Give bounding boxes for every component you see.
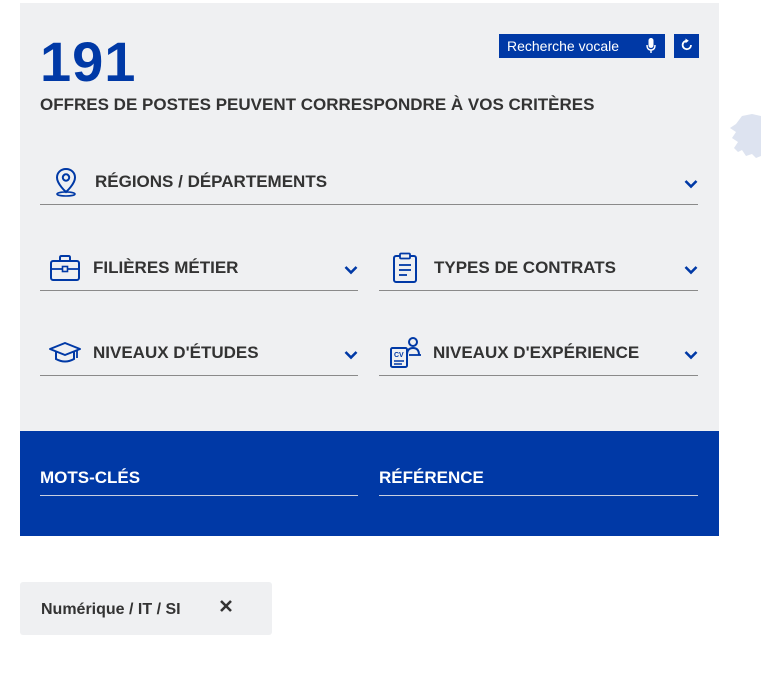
- close-icon[interactable]: [218, 598, 234, 614]
- france-map-decoration: [728, 110, 761, 165]
- filter-experience-label: NIVEAUX D'EXPÉRIENCE: [433, 343, 640, 362]
- filter-etudes-label: NIVEAUX D'ÉTUDES: [93, 343, 259, 362]
- filter-filieres[interactable]: FILIÈRES MÉTIER: [40, 246, 358, 291]
- voice-search-label: Recherche vocale: [507, 38, 620, 54]
- filter-regions[interactable]: RÉGIONS / DÉPARTEMENTS: [40, 160, 698, 205]
- filter-contrats-label: TYPES DE CONTRATS: [434, 258, 616, 277]
- filter-experience[interactable]: CV NIVEAUX D'EXPÉRIENCE: [379, 331, 698, 376]
- keywords-field[interactable]: MOTS-CLÉS: [40, 468, 358, 496]
- briefcase-icon: [49, 254, 93, 282]
- microphone-icon: [646, 38, 656, 57]
- filter-contrats[interactable]: TYPES DE CONTRATS: [379, 246, 698, 291]
- chevron-down-icon: [684, 262, 698, 280]
- keywords-label: MOTS-CLÉS: [40, 468, 141, 487]
- filter-etudes[interactable]: NIVEAUX D'ÉTUDES: [40, 331, 358, 376]
- active-filter-tag: Numérique / IT / SI: [20, 582, 272, 635]
- reference-label: RÉFÉRENCE: [379, 468, 484, 487]
- chevron-down-icon: [344, 347, 358, 365]
- graduation-cap-icon: [48, 340, 93, 366]
- reset-button[interactable]: [674, 34, 699, 58]
- results-count: 191: [40, 30, 137, 93]
- cv-person-icon: CV: [389, 336, 433, 370]
- chevron-down-icon: [344, 262, 358, 280]
- clipboard-icon: [392, 252, 434, 284]
- filter-filieres-label: FILIÈRES MÉTIER: [93, 258, 239, 277]
- results-subtitle: OFFRES DE POSTES PEUVENT CORRESPONDRE À …: [40, 95, 595, 114]
- location-pin-icon: [52, 167, 95, 197]
- voice-search-button[interactable]: Recherche vocale: [499, 34, 665, 58]
- filter-regions-label: RÉGIONS / DÉPARTEMENTS: [95, 172, 328, 191]
- chevron-down-icon: [684, 176, 698, 194]
- active-filter-tag-label: Numérique / IT / SI: [41, 601, 181, 618]
- refresh-icon: [680, 38, 694, 55]
- chevron-down-icon: [684, 347, 698, 365]
- reference-field[interactable]: RÉFÉRENCE: [379, 468, 698, 496]
- svg-text:CV: CV: [394, 352, 404, 359]
